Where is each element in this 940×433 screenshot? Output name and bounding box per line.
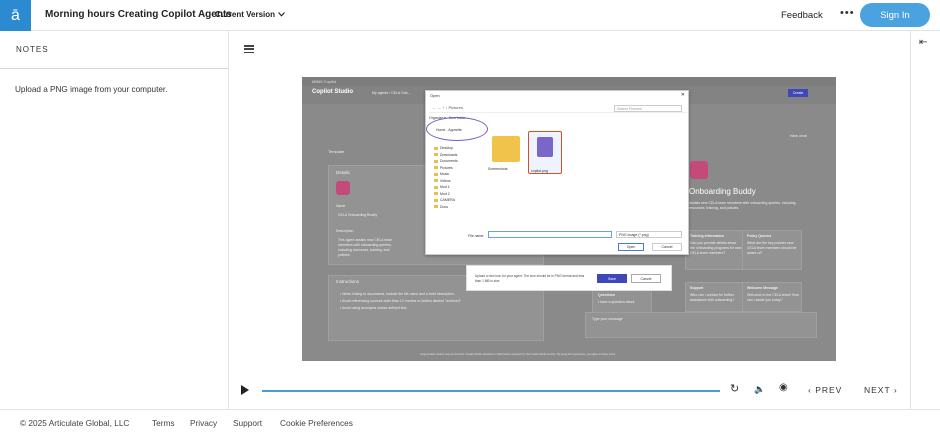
slide-new-chat: New chat (790, 133, 807, 138)
slide-description-label: Description (336, 229, 354, 233)
dialog-cancel-button: Cancel (652, 243, 682, 251)
slide-name-label: Name (336, 204, 346, 208)
slide-agent-desc: Assists new CELA team members with onboa… (689, 201, 796, 210)
prev-button[interactable]: ‹ PREV (808, 385, 842, 395)
slide-card-support-body: Who can I contact for further assistance… (690, 293, 735, 302)
slide-card-questions-body: I have a question about (598, 300, 635, 304)
agent-icon (336, 181, 350, 195)
articulate-logo-icon[interactable]: ā (0, 0, 31, 31)
next-button[interactable]: NEXT › (864, 385, 898, 395)
upload-instructions: Upload a new icon for your agent. The ic… (475, 274, 585, 283)
dialog-sidebar-item: Docs (434, 204, 476, 211)
notes-divider (0, 68, 229, 69)
version-dropdown[interactable]: Current Version (215, 10, 285, 19)
feedback-link[interactable]: Feedback (781, 10, 823, 21)
footer-cookie-link[interactable]: Cookie Preferences (280, 418, 353, 428)
version-label: Current Version (215, 10, 276, 19)
play-icon[interactable] (241, 385, 249, 395)
slide-card-training-body: Can you provide details about the onboar… (690, 241, 742, 255)
slide-name-value: CELA Onboarding Buddy (338, 213, 378, 217)
slide-canvas: MB65 Copilot Copilot Studio My agents / … (302, 77, 836, 361)
volume-icon[interactable]: 🔈 (754, 384, 765, 395)
footer-copyright: © 2025 Articulate Global, LLC (20, 418, 130, 428)
slide-instructions-label: Instructions (336, 279, 360, 284)
filename-label: File name: (468, 234, 485, 238)
seek-bar[interactable] (262, 390, 720, 392)
slide-instruction-1: • When linking to documents, include the… (340, 292, 455, 296)
right-rail (910, 31, 940, 409)
slide-message-box (585, 312, 817, 338)
slide-footer-note: AI-generated content may be incorrect. C… (420, 353, 616, 356)
upload-cancel-button: Cancel (631, 274, 661, 283)
slide-card-welcome-body: Welcome to the CELA team! How can I assi… (747, 293, 799, 302)
slide-template-label: Template (328, 149, 345, 154)
chevron-down-icon (278, 12, 285, 17)
notes-text: Upload a PNG image from your computer. (15, 85, 168, 94)
dialog-close-icon: ✕ (680, 92, 685, 98)
dialog-title: Open (430, 93, 440, 98)
filetype-select: PNG Image (*.png) (616, 231, 682, 238)
logo-glyph: ā (11, 6, 20, 24)
captions-icon[interactable]: ◉ (779, 382, 788, 393)
notes-title: NOTES (16, 45, 49, 54)
replay-icon[interactable]: ↻ (730, 382, 739, 395)
notes-panel: NOTES Upload a PNG image from your compu… (0, 31, 229, 409)
slide-instruction-3: • Avoid using acronyms unless defined fi… (340, 306, 408, 310)
slide-breadcrumb: My agents / CELA Onb... (372, 91, 411, 95)
selected-file (528, 131, 562, 174)
upload-icon-panel: Upload a new icon for your agent. The ic… (466, 265, 672, 291)
upload-save-button: Save (597, 274, 627, 283)
slide-agent-title: Onboarding Buddy (689, 187, 756, 196)
seek-progress (262, 390, 720, 392)
slide-card-questions-title: Questions (598, 293, 616, 297)
slide-card-welcome-title: Welcome Message (747, 286, 779, 290)
folder-icon (492, 136, 520, 162)
dialog-home-item: Home - Appwrite (436, 128, 462, 132)
footer-terms-link[interactable]: Terms (152, 418, 175, 428)
slide-card-policy-title: Policy Queries (747, 234, 772, 238)
dialog-search: Search Pictures (614, 105, 682, 112)
more-options-icon[interactable]: ••• (840, 7, 855, 19)
footer-support-link[interactable]: Support (233, 418, 262, 428)
file-label: copilot.png (531, 169, 548, 173)
dialog-open-button: Open (618, 243, 644, 251)
copilot-studio-name: Copilot Studio (312, 89, 353, 95)
agent-preview-icon (690, 161, 708, 179)
slide-details-label: Details (336, 170, 350, 175)
slide-description-value: This agent assists new CELA team members… (338, 238, 393, 257)
top-bar: ā Morning hours Creating Copilot Agents … (0, 0, 940, 31)
footer: © 2025 Articulate Global, LLC Terms Priv… (0, 409, 940, 433)
sign-in-button[interactable]: Sign In (860, 3, 930, 27)
dialog-sidebar: Desktop Downloads Documents Pictures Mus… (434, 145, 476, 223)
course-title: Morning hours Creating Copilot Agents (45, 9, 232, 20)
slide-card-support-title: Support (690, 286, 704, 290)
slide-card-training-title: Training information (690, 234, 724, 238)
slide-message-placeholder: Type your message (592, 317, 623, 321)
slide-instruction-2: • Avoid referencing sources older than 1… (340, 299, 462, 303)
footer-privacy-link[interactable]: Privacy (190, 418, 217, 428)
folder-label: Screenshots (488, 167, 508, 171)
collapse-sidebar-icon[interactable]: ⇤ (919, 37, 927, 48)
png-file-icon (537, 137, 553, 157)
player-controls: ↻ 🔈 ◉ ‹ PREV NEXT › (230, 378, 910, 402)
menu-icon[interactable] (244, 45, 254, 53)
slide-create-button: Create (788, 89, 808, 97)
file-open-dialog: Open ✕ ← → ↑ ↓ Pictures Search Pictures … (425, 90, 689, 255)
slide-card-policy-body: What are the key policies new CELA team … (747, 241, 797, 255)
filename-input (488, 231, 612, 238)
browser-tab: MB65 Copilot (302, 77, 836, 86)
